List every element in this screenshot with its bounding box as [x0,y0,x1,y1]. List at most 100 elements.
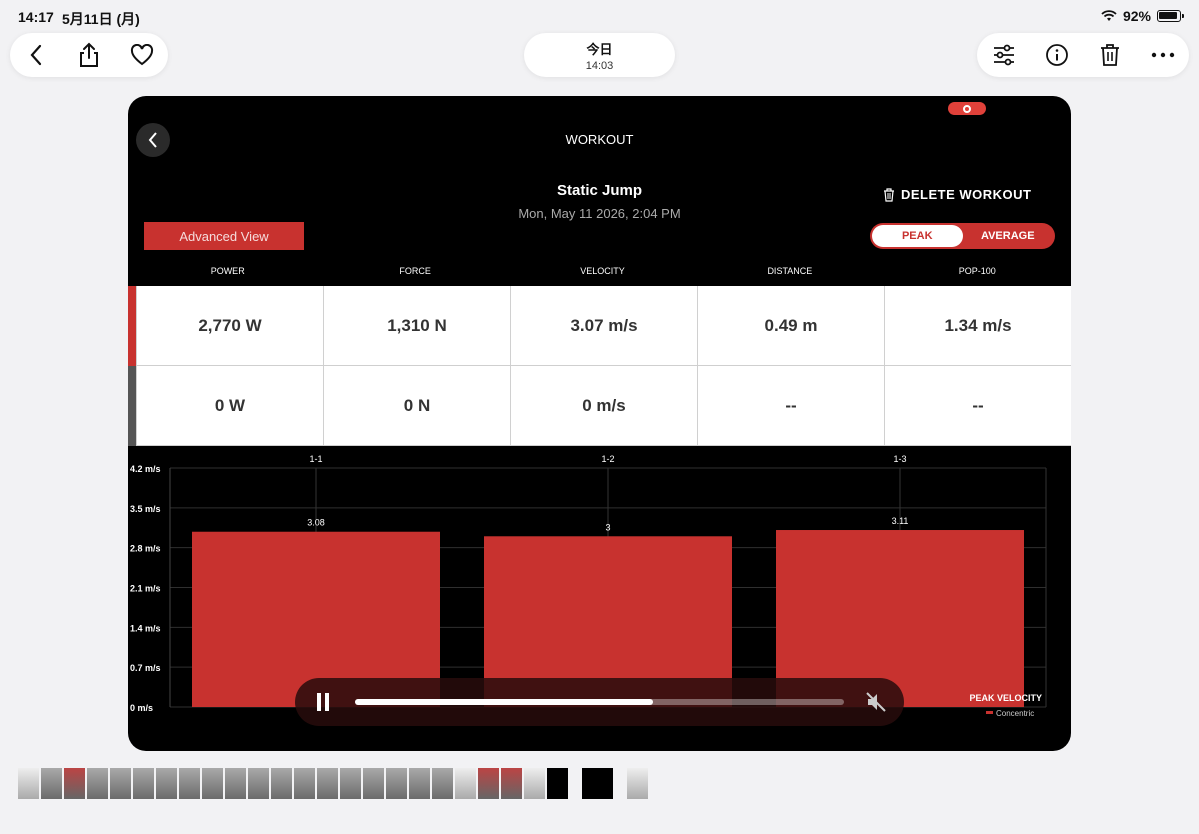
metrics-row-concentric: 2,770 W 1,310 N 3.07 m/s 0.49 m 1.34 m/s [128,286,1071,366]
exercise-datetime: Mon, May 11 2026, 2:04 PM [518,206,681,221]
chevron-left-icon [30,44,42,66]
thumbnail[interactable] [455,768,476,799]
record-icon [963,104,971,113]
battery-percent: 92% [1122,8,1151,24]
video-progress-fill [355,699,654,705]
y-tick-label: 2.1 m/s [130,584,161,594]
share-icon [79,42,98,67]
workout-header: WORKOUT [565,132,634,147]
thumbnail[interactable] [225,768,246,799]
thumbnail[interactable] [386,768,407,799]
status-bar: 14:17 5月11日 (月) 92% [0,0,1199,32]
legend-entry: Concentric [996,709,1034,718]
bar-value-label: 3 [605,522,610,532]
peak-option[interactable]: PEAK [872,225,963,247]
info-button[interactable] [1043,41,1071,69]
thumbnail[interactable] [340,768,361,799]
y-tick-label: 0 m/s [130,703,153,713]
thumbnail[interactable] [478,768,499,799]
category-label: 1-1 [309,454,322,464]
thumbnail[interactable] [202,768,223,799]
thumbnail[interactable] [627,768,648,799]
thumbnail[interactable] [179,768,200,799]
category-label: 1-2 [601,454,614,464]
thumbnail[interactable] [41,768,62,799]
photo-time-subtitle: 14:03 [585,59,614,72]
wifi-icon [1101,10,1117,21]
share-button[interactable] [75,41,103,69]
category-label: 1-3 [893,454,906,464]
metric-header: POWER [210,266,245,276]
video-progress-bar[interactable] [355,699,844,705]
legend-swatch [986,711,993,714]
thumbnail[interactable] [409,768,430,799]
thumbnail[interactable] [248,768,269,799]
metric-header: FORCE [399,266,431,276]
photo-title-pill: 今日 14:03 [524,33,675,77]
peak-average-toggle: PEAK AVERAGE [870,223,1055,249]
photo-date-title: 今日 [586,41,613,57]
average-option[interactable]: AVERAGE [963,225,1054,247]
y-tick-label: 1.4 m/s [130,623,161,633]
video-player-controls [295,678,904,726]
thumbnail[interactable] [271,768,292,799]
heart-icon [130,44,153,66]
status-right: 92% [1101,8,1184,24]
legend-title: PEAK VELOCITY [969,693,1042,703]
metric-cell: 0 N [323,366,510,446]
advanced-view-button[interactable]: Advanced View [144,222,304,250]
row-accent-bar [128,366,136,446]
adjust-button[interactable] [990,41,1018,69]
thumbnail-spacer [615,768,625,799]
y-tick-label: 0.7 m/s [130,663,161,673]
metric-cell: 0 W [136,366,323,446]
metric-header: VELOCITY [580,266,625,276]
trash-icon [1100,44,1119,66]
thumbnail[interactable] [64,768,85,799]
y-tick-label: 2.8 m/s [130,544,161,554]
trash-button[interactable] [1096,41,1124,69]
thumbnail[interactable] [363,768,384,799]
photo-nav-right [977,33,1189,77]
favorite-button[interactable] [128,41,156,69]
delete-workout-button[interactable]: DELETE WORKOUT [883,187,1032,202]
thumbnail[interactable] [18,768,39,799]
metric-cell: -- [697,366,884,446]
row-accent-bar [128,286,136,366]
thumbnail[interactable] [87,768,108,799]
metric-header: DISTANCE [767,266,813,276]
metrics-row-eccentric: 0 W 0 N 0 m/s -- -- [128,366,1071,446]
back-button[interactable] [22,41,50,69]
thumbnail[interactable] [547,768,568,799]
metric-headers: POWER FORCE VELOCITY DISTANCE POP-100 [128,266,1071,276]
metric-cell: 0.49 m [697,286,884,366]
mute-button[interactable] [862,688,890,716]
battery-icon [1157,10,1184,22]
thumbnail[interactable] [317,768,338,799]
thumbnail[interactable] [524,768,545,799]
metric-cell: 2,770 W [136,286,323,366]
metric-cell: -- [884,366,1071,446]
thumbnail[interactable] [501,768,522,799]
thumbnail[interactable] [156,768,177,799]
metric-header: POP-100 [958,266,996,276]
speaker-muted-icon [866,692,886,712]
y-tick-label: 3.5 m/s [130,504,161,514]
bar-value-label: 3.11 [892,516,909,526]
thumbnail[interactable] [432,768,453,799]
y-tick-label: 4.2 m/s [130,464,161,474]
pause-button[interactable] [309,688,337,716]
thumbnail[interactable] [110,768,131,799]
more-button[interactable] [1149,41,1177,69]
metric-cell: 3.07 m/s [510,286,697,366]
info-icon [1045,44,1068,66]
metric-cell: 0 m/s [510,366,697,446]
status-date: 5月11日 (月) [62,11,140,27]
thumbnail[interactable] [133,768,154,799]
workout-screenshot: WORKOUT Static Jump Mon, May 11 2026, 2:… [128,96,1071,751]
thumbnail[interactable] [294,768,315,799]
thumbnail-selected[interactable] [582,768,613,799]
bar-value-label: 3.08 [307,518,325,528]
status-time: 14:17 [18,9,54,25]
pause-icon [317,693,329,711]
